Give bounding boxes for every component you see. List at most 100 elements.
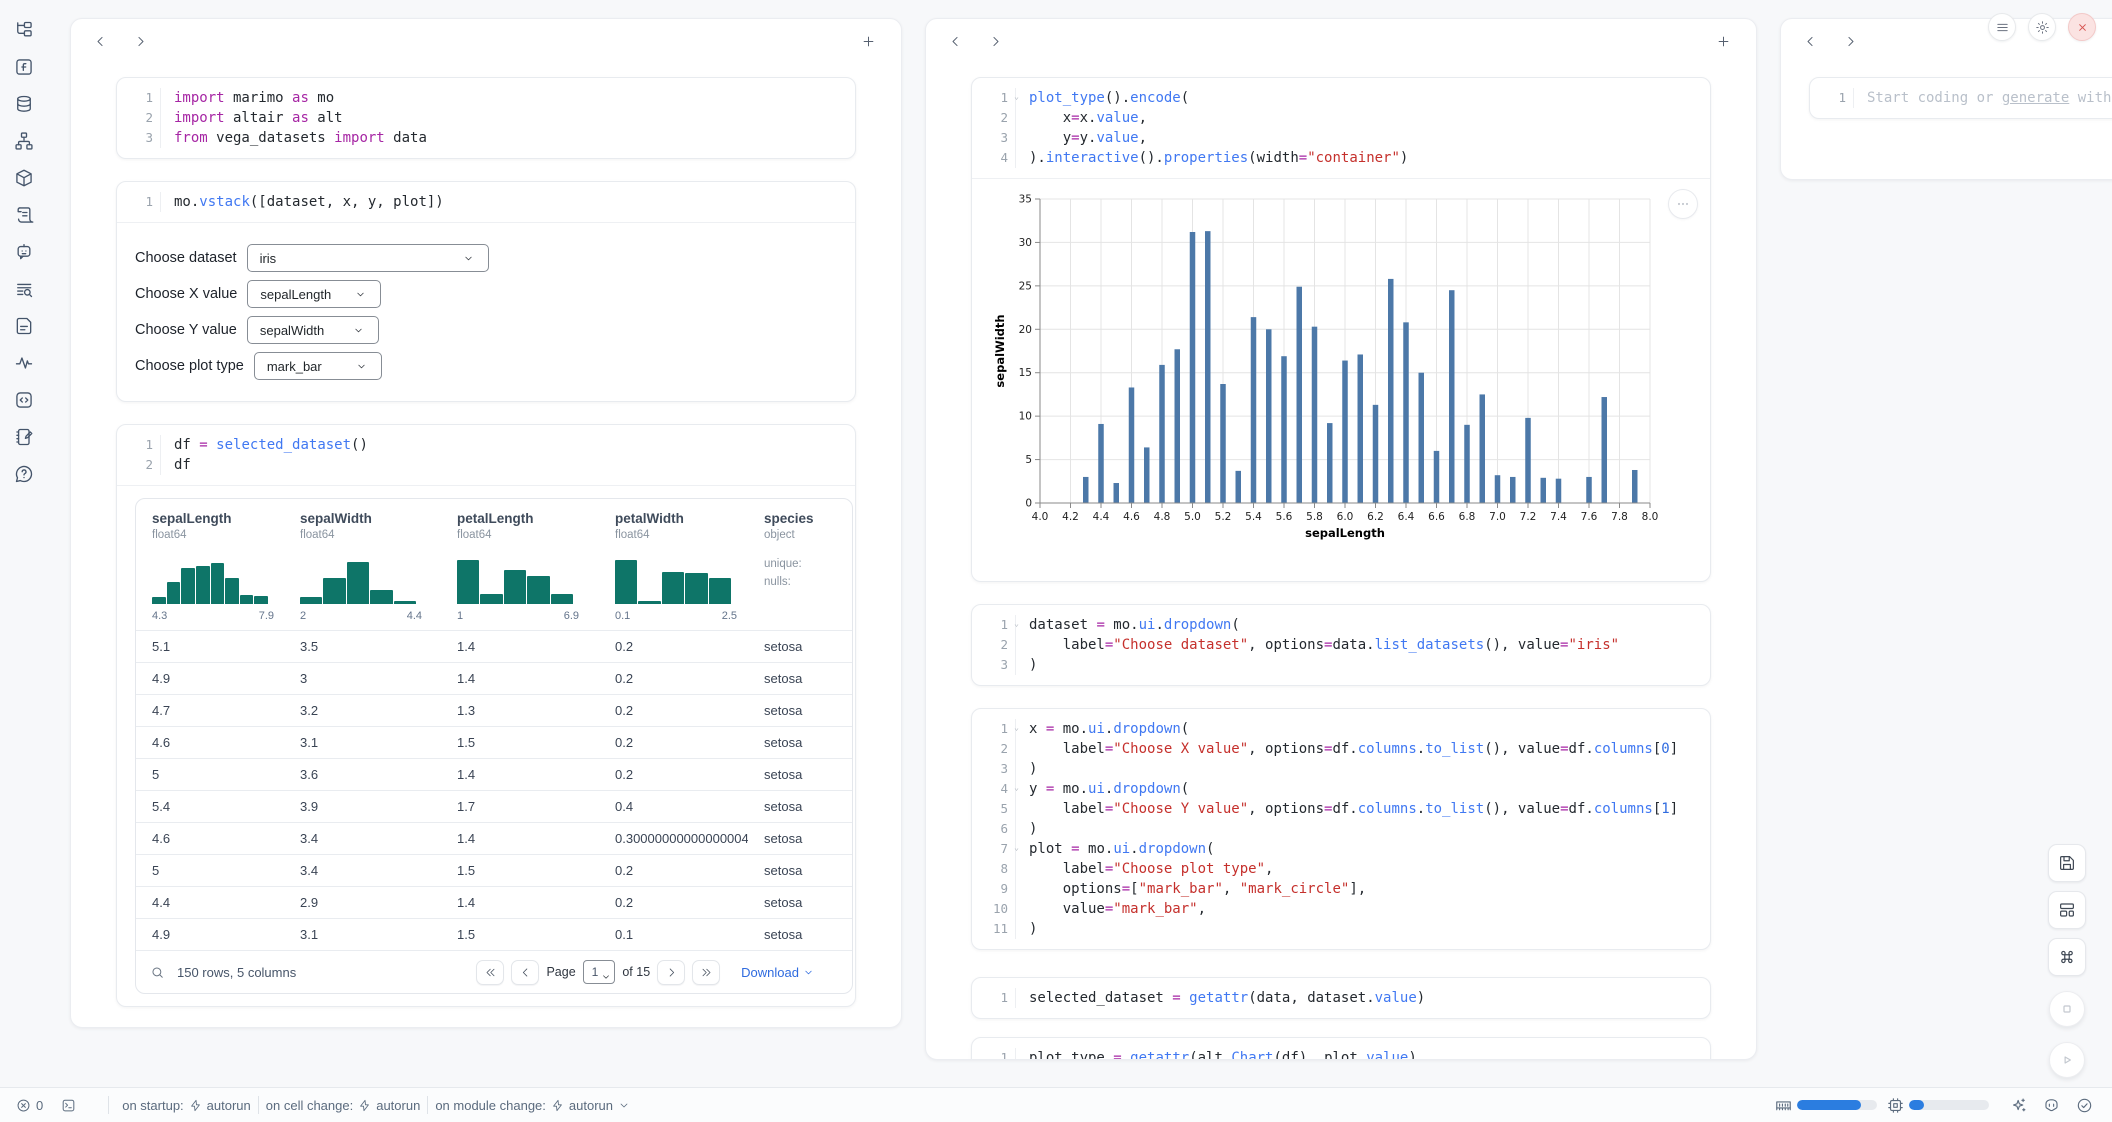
bar-chart[interactable]: 051015202530354.04.24.44.64.85.05.25.45.… — [990, 191, 1680, 541]
column-forward-button[interactable] — [1839, 30, 1861, 52]
code-text: ) — [1015, 759, 1710, 779]
run-setting[interactable]: on cell change:autorun — [266, 1098, 421, 1113]
page-select[interactable]: 1 — [583, 960, 616, 984]
code-line: 6) — [972, 819, 1710, 839]
function-square-icon[interactable] — [11, 55, 37, 79]
run-setting-label: on cell change: — [266, 1098, 353, 1113]
code-editor[interactable]: 1plot_type = getattr(alt.Chart(df), plot… — [972, 1038, 1710, 1060]
run-settings: on startup:autorun on cell change:autorun… — [122, 1096, 630, 1114]
settings-button[interactable] — [2028, 13, 2056, 41]
tracing-pulse-icon[interactable] — [11, 351, 37, 375]
file-tree-icon[interactable] — [11, 18, 37, 42]
fold-chevron-icon[interactable]: ⌄ — [1014, 92, 1019, 102]
column-header[interactable]: petalLengthfloat6416.9 — [441, 499, 599, 631]
status-left: 0 on startup:autorun on cell change:autor… — [0, 1096, 630, 1114]
code-editor[interactable]: 1⌄dataset = mo.ui.dropdown(2 label="Choo… — [972, 605, 1710, 685]
code-editor[interactable]: 1import marimo as mo2import altair as al… — [117, 78, 855, 158]
line-number: 1⌄ — [972, 719, 1015, 739]
code-editor[interactable]: 1⌄plot_type().encode(2 x=x.value,3 y=y.v… — [972, 78, 1710, 178]
code-editor[interactable]: 1selected_dataset = getattr(data, datase… — [972, 978, 1710, 1018]
column-back-button[interactable] — [944, 30, 966, 52]
last-page-button[interactable] — [692, 960, 720, 985]
next-page-button[interactable] — [657, 960, 685, 985]
code-line: 2 label="Choose dataset", options=data.l… — [972, 635, 1710, 655]
logs-scroll-icon[interactable] — [11, 203, 37, 227]
line-number: 1 — [117, 435, 160, 455]
run-button[interactable] — [2049, 1042, 2085, 1078]
line-number: 2 — [972, 108, 1015, 128]
add-cell-button[interactable] — [1712, 30, 1734, 52]
column-header[interactable]: speciesobjectunique:nulls: — [748, 499, 852, 631]
database-icon[interactable] — [11, 92, 37, 116]
code-text: df — [160, 455, 855, 475]
search-icon[interactable] — [150, 965, 165, 980]
copilot-button[interactable] — [2040, 1097, 2063, 1114]
code-line: 1plot_type = getattr(alt.Chart(df), plot… — [972, 1048, 1710, 1060]
help-chat-icon[interactable] — [11, 462, 37, 486]
code-text: y = mo.ui.dropdown( — [1015, 779, 1710, 799]
first-page-button[interactable] — [476, 960, 504, 985]
column-header[interactable]: petalWidthfloat640.12.5 — [599, 499, 748, 631]
chart-actions-button[interactable] — [1668, 189, 1698, 219]
chevron-down-icon — [360, 325, 371, 336]
menu-button[interactable] — [1988, 13, 2016, 41]
status-bar: 0 on startup:autorun on cell change:autor… — [0, 1087, 2112, 1122]
dependency-graph-icon[interactable] — [11, 129, 37, 153]
errors-button[interactable]: 0 — [10, 1098, 49, 1113]
table-cell: 5.4 — [136, 791, 284, 823]
keyboard-shortcuts-button[interactable] — [2048, 938, 2086, 976]
package-icon[interactable] — [11, 166, 37, 190]
column-panel-left: 1import marimo as mo2import altair as al… — [70, 18, 902, 1028]
dropdown-select[interactable]: sepalLength — [247, 280, 381, 308]
page-value: 1 — [592, 965, 599, 979]
save-button[interactable] — [2048, 844, 2086, 882]
code-line: 3) — [972, 759, 1710, 779]
run-setting[interactable]: on startup:autorun — [122, 1098, 251, 1113]
stop-button[interactable] — [2049, 991, 2085, 1027]
column-forward-button[interactable] — [984, 30, 1006, 52]
line-number: 2 — [117, 108, 160, 128]
fold-chevron-icon[interactable]: ⌄ — [1014, 723, 1019, 733]
ai-assist-button[interactable] — [2007, 1097, 2030, 1114]
column-forward-button[interactable] — [129, 30, 151, 52]
column-header[interactable]: sepalWidthfloat6424.4 — [284, 499, 441, 631]
code-text: df = selected_dataset() — [160, 435, 855, 455]
download-link[interactable]: Download — [741, 965, 814, 980]
table-cell: 3.1 — [284, 919, 441, 951]
code-square-icon[interactable] — [11, 388, 37, 412]
table-cell: 3 — [284, 663, 441, 695]
column-dtype: float64 — [152, 529, 268, 541]
add-cell-button[interactable] — [857, 30, 879, 52]
code-editor[interactable]: 1⌄x = mo.ui.dropdown(2 label="Choose X v… — [972, 709, 1710, 949]
snippets-icon[interactable] — [11, 314, 37, 338]
column-back-button[interactable] — [89, 30, 111, 52]
terminal-button[interactable] — [55, 1098, 82, 1113]
table-cell: 2.9 — [284, 887, 441, 919]
column-back-button[interactable] — [1799, 30, 1821, 52]
code-line: 1df = selected_dataset() — [117, 435, 855, 455]
layout-toggle-button[interactable] — [2048, 891, 2086, 929]
code-editor[interactable]: 1mo.vstack([dataset, x, y, plot]) — [117, 182, 855, 222]
run-setting[interactable]: on module change:autorun — [435, 1098, 630, 1113]
chat-bot-icon[interactable] — [11, 240, 37, 264]
dropdown-select[interactable]: mark_bar — [254, 352, 382, 380]
table-row: 4.42.91.40.2setosa — [136, 887, 852, 919]
table-row: 53.61.40.2setosa — [136, 759, 852, 791]
prev-page-button[interactable] — [511, 960, 539, 985]
table-cell: setosa — [748, 919, 852, 951]
empty-cell-editor[interactable]: 1Start coding or generate with — [1810, 78, 2112, 118]
shutdown-button[interactable] — [2068, 13, 2096, 41]
table-cell: 1.7 — [441, 791, 599, 823]
connection-status-button[interactable] — [2073, 1097, 2096, 1114]
table-cell: 1.4 — [441, 631, 599, 663]
code-editor[interactable]: 1df = selected_dataset()2df — [117, 425, 855, 485]
column-header[interactable]: sepalLengthfloat644.37.9 — [136, 499, 284, 631]
dropdown-select[interactable]: iris — [247, 244, 489, 272]
dropdown-select[interactable]: sepalWidth — [247, 316, 379, 344]
fold-chevron-icon[interactable]: ⌄ — [1014, 619, 1019, 629]
fold-chevron-icon[interactable]: ⌄ — [1014, 783, 1019, 793]
doc-search-icon[interactable] — [11, 277, 37, 301]
scratchpad-icon[interactable] — [11, 425, 37, 449]
fold-chevron-icon[interactable]: ⌄ — [1014, 843, 1019, 853]
line-number: 10 — [972, 899, 1015, 919]
